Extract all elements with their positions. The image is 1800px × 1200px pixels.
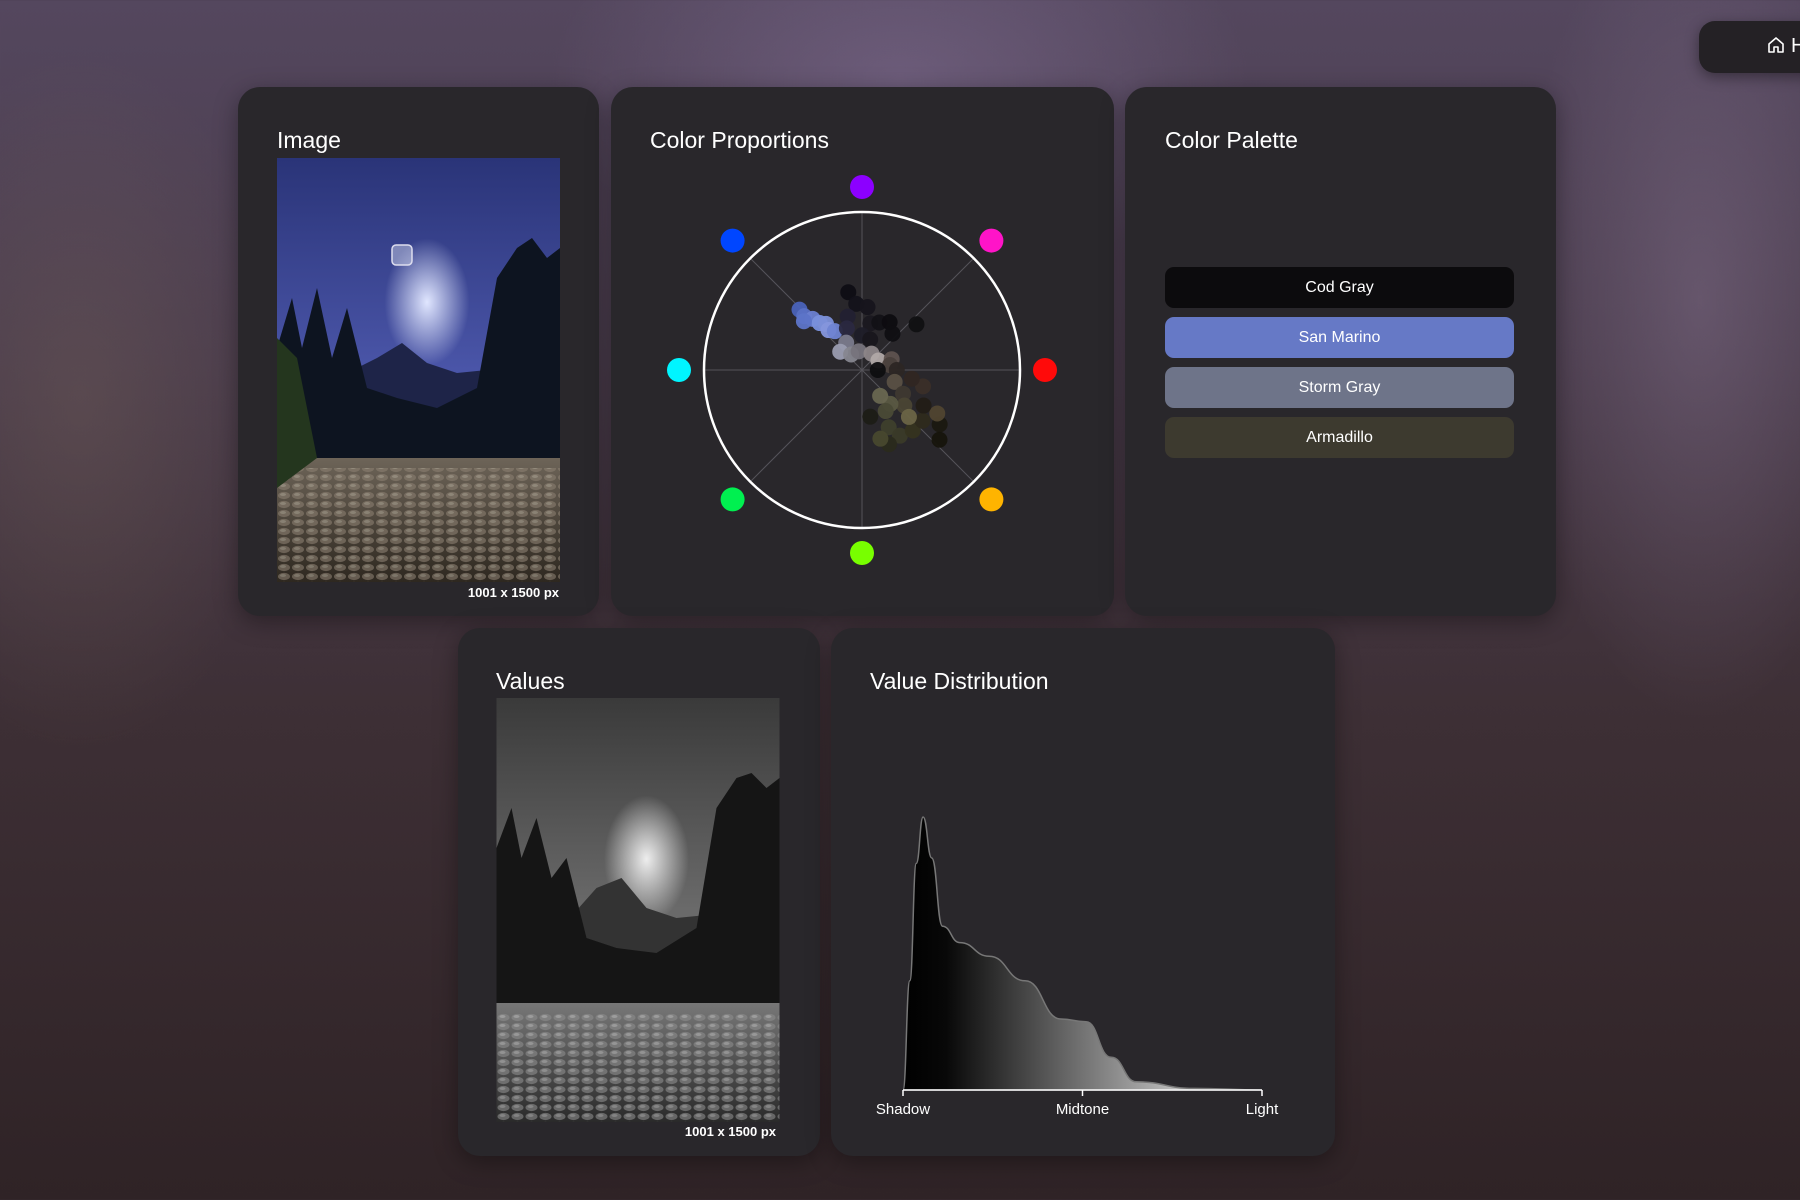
color-point [908,316,925,333]
values-title: Values [496,668,565,694]
color-palette-title: Color Palette [1165,127,1298,153]
values-card: Values 1001 x 1500 px [458,628,820,1156]
image-dimensions: 1001 x 1500 px [467,585,559,600]
hue-marker[interactable] [850,175,874,199]
hue-marker[interactable] [720,228,745,253]
color-point [914,412,931,429]
hue-marker[interactable] [667,358,691,382]
color-point [884,325,901,342]
value-distribution-card: Value Distribution Shadow Midtone Light [831,628,1335,1156]
wheel-spoke [749,369,863,483]
source-image[interactable] [277,158,560,582]
hue-marker[interactable] [850,541,874,565]
values-dimensions: 1001 x 1500 px [684,1124,776,1139]
image-title: Image [277,127,341,153]
x-tick-label: Shadow [876,1101,930,1118]
palette-swatch[interactable]: Cod Gray [1165,267,1514,308]
hue-marker[interactable] [979,487,1004,512]
color-point [869,362,886,378]
color-point [931,431,948,448]
color-point [872,430,889,447]
hue-marker[interactable] [720,487,745,512]
palette-swatch[interactable]: Armadillo [1165,417,1514,458]
x-tick-label: Light [1246,1101,1279,1118]
palette-swatch[interactable]: San Marino [1165,317,1514,358]
color-point [903,370,920,387]
color-point [877,403,894,420]
grayscale-image[interactable] [496,698,780,1122]
home-button[interactable]: H [1699,21,1800,73]
palette-swatch[interactable]: Storm Gray [1165,367,1514,408]
color-wheel-chart [667,175,1057,565]
sample-marker[interactable] [391,244,413,266]
color-point [795,313,812,330]
color-point [862,331,879,348]
hue-marker[interactable] [1033,358,1057,382]
color-point [838,320,855,337]
image-card: Image 1001 x 1500 px [238,87,599,616]
x-tick-label: Midtone [1056,1101,1109,1118]
color-proportions-card: Color Proportions [611,87,1114,616]
color-point [915,397,932,414]
color-point [872,387,889,404]
histogram-area [902,816,1263,1091]
color-point [900,408,917,425]
color-point [862,408,879,425]
home-label: H [1791,35,1800,57]
color-point [859,299,876,316]
hue-marker[interactable] [979,228,1004,253]
color-point [929,405,946,422]
value-histogram: Shadow Midtone Light [876,816,1279,1118]
home-icon [1768,37,1784,53]
